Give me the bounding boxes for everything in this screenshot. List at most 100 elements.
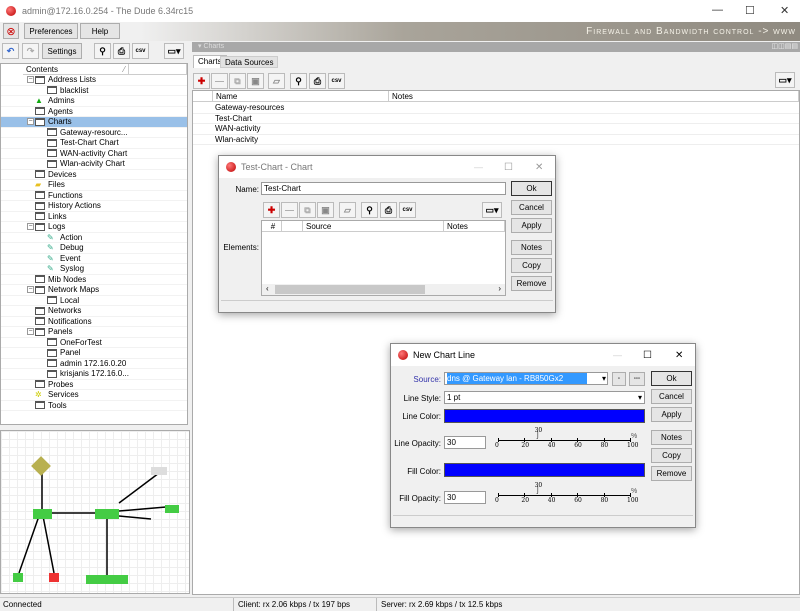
tree-item[interactable]: − Network Maps [1,285,187,296]
table-row[interactable]: Gateway-resources [193,103,799,114]
apply-button[interactable]: Apply [511,218,552,233]
minimize-button[interactable]: — [613,350,622,360]
find-binoculars-icon[interactable]: ⚲ [290,73,307,89]
comment-button[interactable]: ▱ [268,73,285,89]
print-icon[interactable]: ⎙ [113,43,130,59]
remove-button[interactable]: Remove [511,276,552,291]
remove-button[interactable]: Remove [651,466,692,481]
column-header-name[interactable]: Name [213,91,389,102]
collapse-icon[interactable]: − [27,286,34,293]
tree-item[interactable]: Agents [1,107,187,117]
tree-item[interactable]: ✎ Action [1,233,187,243]
fill-color-swatch[interactable] [444,463,645,477]
column-header-notes[interactable]: Notes [444,221,505,232]
close-button[interactable]: ✕ [535,162,543,173]
cancel-button[interactable]: Cancel [511,200,552,215]
copy-button[interactable]: ⧉ [229,73,246,89]
csv-export-button[interactable]: csv [132,43,149,59]
tree-item[interactable]: − Address Lists [1,75,187,86]
chevron-down-icon[interactable]: ▾ [638,392,642,403]
tree-item[interactable]: ✎ Syslog [1,264,187,275]
source-single-button[interactable]: ▫ [612,372,626,386]
csv-export-button[interactable]: csv [328,73,345,89]
table-row[interactable]: WAN-activity [193,124,799,135]
notes-button[interactable]: Notes [511,240,552,255]
column-layout-button[interactable]: ▭▾ [164,43,184,59]
line-style-select[interactable]: 1 pt ▾ [444,391,645,404]
tree-item[interactable]: ▲ Admins [1,96,187,107]
tree-item[interactable]: ✎ Event [1,254,187,264]
remove-button[interactable]: — [281,202,298,218]
scrollbar-thumb[interactable] [275,285,425,294]
line-opacity-slider[interactable]: 0 20 40 60 80 100 30 ⌡% [494,427,638,454]
tree-item[interactable]: admin 172.16.0.20 [1,359,187,369]
column-header-source[interactable]: Source [303,221,444,232]
fill-opacity-input[interactable]: 30 [444,491,486,504]
tree-item[interactable]: − Charts [1,117,187,128]
find-binoculars-icon[interactable]: ⚲ [94,43,111,59]
redo-button[interactable]: ↷ [22,43,39,59]
collapse-icon[interactable]: − [27,118,34,125]
fill-opacity-slider[interactable]: 0 20 40 60 80 100 30 ⌡% [494,482,638,509]
tree-item[interactable]: Probes [1,380,187,390]
tree-item[interactable]: Devices [1,170,187,180]
line-color-swatch[interactable] [444,409,645,423]
collapse-icon[interactable]: − [27,328,34,335]
tree-item[interactable]: krisjanis 172.16.0... [1,369,187,380]
chart-line-dialog-titlebar[interactable]: New Chart Line — ☐ ✕ [391,344,695,366]
tree-item[interactable]: Tools [1,401,187,411]
cancel-button[interactable]: Cancel [651,389,692,404]
maximize-button[interactable]: ☐ [745,4,755,17]
tree-item[interactable]: Test-Chart Chart [1,138,187,149]
tree-item[interactable]: Mib Nodes [1,275,187,285]
column-layout-button[interactable]: ▭▾ [482,202,502,218]
tree-item[interactable]: ✎ Debug [1,243,187,254]
column-header-notes[interactable]: Notes [389,91,799,102]
apply-button[interactable]: Apply [651,407,692,422]
name-input[interactable]: Test-Chart [261,182,506,195]
source-multi-button[interactable]: ▫▫▫ [629,372,645,386]
tree-item[interactable]: Panel [1,348,187,359]
comment-button[interactable]: ▱ [339,202,356,218]
disconnect-icon[interactable]: ⊗ [3,23,19,39]
undo-button[interactable]: ↶ [2,43,19,59]
csv-export-button[interactable]: csv [399,202,416,218]
column-header-number[interactable]: # [262,221,282,232]
tree-item[interactable]: History Actions [1,201,187,212]
add-button[interactable]: ✚ [263,202,280,218]
tree-item[interactable]: Wlan-acivity Chart [1,159,187,170]
tree-item[interactable]: Gateway-resourc... [1,128,187,138]
minimize-button[interactable]: — [712,4,723,16]
paste-button[interactable]: ▣ [247,73,264,89]
collapse-icon[interactable]: − [27,76,34,83]
tree-item[interactable]: WAN-activity Chart [1,149,187,159]
tree-header-contents[interactable]: Contents ⁄ [23,64,129,75]
table-row[interactable]: Test-Chart [193,114,799,124]
slider-thumb[interactable]: ⌡ [536,487,540,494]
tree-item[interactable]: OneForTest [1,338,187,348]
tree-item[interactable]: Networks [1,306,187,317]
slider-track[interactable] [498,495,630,496]
tree-item[interactable]: Notifications [1,317,187,327]
maximize-button[interactable]: ☐ [643,350,652,361]
network-map[interactable] [0,430,190,594]
banner[interactable]: Firewall and Bandwidth control -> www [140,22,800,41]
table-row[interactable]: Wlan-acivity [193,135,799,145]
collapse-icon[interactable]: − [27,223,34,230]
tree-item[interactable]: Links [1,212,187,222]
maximize-button[interactable]: ☐ [504,162,513,173]
close-button[interactable]: ✕ [780,4,789,17]
line-opacity-input[interactable]: 30 [444,436,486,449]
print-icon[interactable]: ⎙ [380,202,397,218]
tree-item[interactable]: − Panels [1,327,187,338]
tab-data-sources[interactable]: Data Sources [220,56,279,68]
slider-thumb[interactable]: ⌡ [536,432,540,439]
close-button[interactable]: ✕ [675,350,683,361]
print-icon[interactable]: ⎙ [309,73,326,89]
find-binoculars-icon[interactable]: ⚲ [361,202,378,218]
tree-item[interactable]: − Logs [1,222,187,233]
tree-item[interactable]: ▰ Files [1,180,187,191]
preferences-button[interactable]: Preferences [24,23,78,39]
ok-button[interactable]: Ok [511,181,552,196]
minimize-button[interactable]: — [474,162,483,172]
